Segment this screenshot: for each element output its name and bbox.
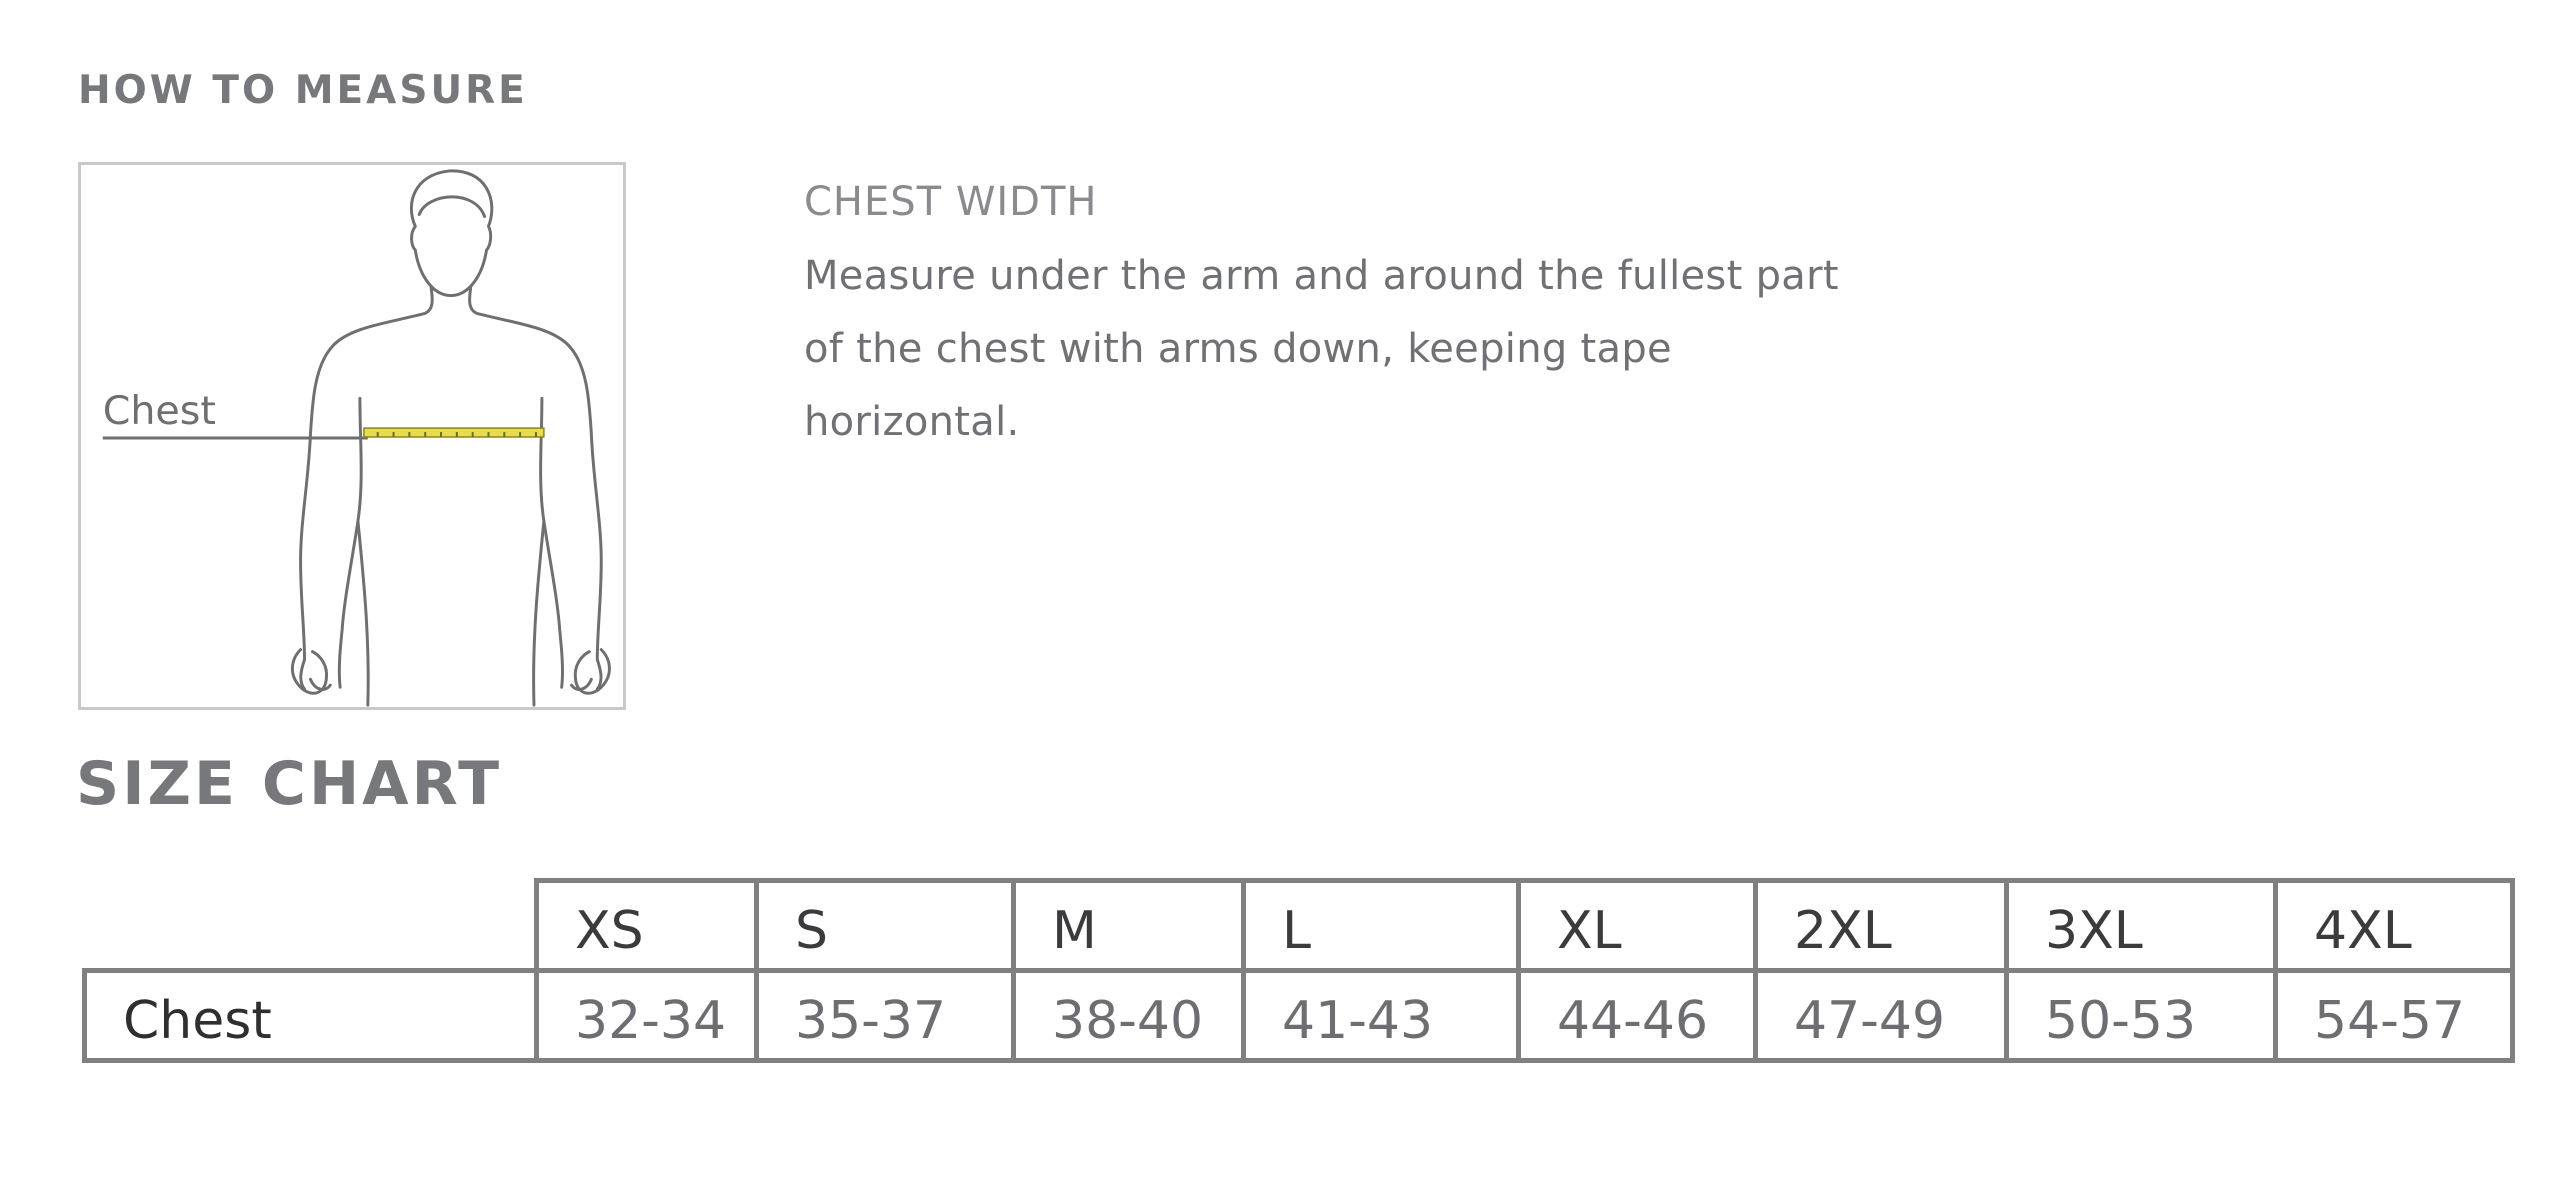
size-header-m: M <box>1011 878 1246 973</box>
row-label-chest: Chest <box>82 968 539 1063</box>
chest-value-2xl: 47-49 <box>1753 968 2009 1063</box>
size-header-2xl: 2XL <box>1753 878 2009 973</box>
size-chart-table: XS S M L XL 2XL 3XL 4XL Chest 32-34 35-3… <box>82 878 2515 1063</box>
chest-value-4xl: 54-57 <box>2273 968 2515 1063</box>
chest-value-l: 41-43 <box>1241 968 1521 1063</box>
table-corner-cell <box>84 880 537 973</box>
chest-width-heading: CHEST WIDTH <box>804 179 1098 225</box>
how-to-measure-title: HOW TO MEASURE <box>78 68 528 113</box>
chest-value-m: 38-40 <box>1011 968 1246 1063</box>
chest-value-s: 35-37 <box>754 968 1016 1063</box>
measurement-figure: Chest <box>78 162 626 710</box>
chest-width-description: Measure under the arm and around the ful… <box>804 253 1839 445</box>
size-header-3xl: 3XL <box>2004 878 2278 973</box>
size-chart-title: SIZE CHART <box>76 749 503 819</box>
table-row: Chest 32-34 35-37 38-40 41-43 44-46 47-4… <box>82 968 2515 1063</box>
chest-value-3xl: 50-53 <box>2004 968 2278 1063</box>
figure-chest-label: Chest <box>103 388 216 434</box>
size-header-s: S <box>754 878 1016 973</box>
measuring-tape <box>363 427 545 438</box>
size-header-row: XS S M L XL 2XL 3XL 4XL <box>84 878 2515 973</box>
body-silhouette-chest-tape-icon: Chest <box>102 169 611 707</box>
chest-value-xl: 44-46 <box>1516 968 1758 1063</box>
size-header-4xl: 4XL <box>2273 878 2515 973</box>
size-header-xs: XS <box>534 878 759 973</box>
size-header-xl: XL <box>1516 878 1758 973</box>
chest-value-xs: 32-34 <box>534 968 759 1063</box>
size-header-l: L <box>1241 878 1521 973</box>
